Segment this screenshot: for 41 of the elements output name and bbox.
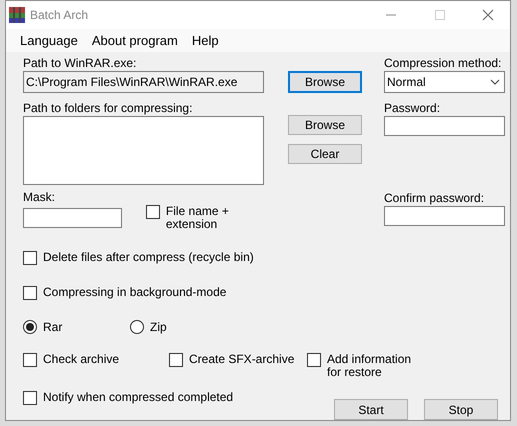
push-button[interactable]: Browse bbox=[288, 115, 362, 135]
window-title: Batch Arch bbox=[30, 7, 88, 24]
radio-button[interactable] bbox=[130, 320, 144, 334]
push-button[interactable]: Browse bbox=[288, 71, 362, 93]
checkbox[interactable] bbox=[23, 286, 37, 300]
checkbox-label: Check archive bbox=[43, 353, 120, 366]
field-label: Compression method: bbox=[384, 56, 502, 70]
push-button[interactable]: Stop bbox=[424, 399, 498, 420]
menu-item[interactable]: Language bbox=[13, 30, 85, 50]
checkbox-label: Delete files after compress (recycle bin) bbox=[43, 251, 254, 264]
push-button[interactable]: Start bbox=[334, 399, 408, 420]
checkbox-label: Create SFX-archive bbox=[189, 353, 294, 366]
app-icon bbox=[9, 7, 25, 24]
password-field[interactable] bbox=[384, 206, 505, 226]
checkbox[interactable] bbox=[23, 353, 37, 367]
field-label: Mask: bbox=[23, 191, 56, 204]
field-label: Path to folders for compressing: bbox=[23, 102, 194, 115]
folders-list[interactable] bbox=[23, 116, 264, 185]
menu-item[interactable]: About program bbox=[84, 30, 185, 50]
push-button[interactable]: Clear bbox=[288, 144, 362, 164]
checkbox-label: Compressing in background-mode bbox=[43, 286, 226, 299]
menu-item[interactable]: Help bbox=[184, 30, 226, 50]
checkbox[interactable] bbox=[169, 353, 183, 367]
mask-field[interactable] bbox=[23, 208, 122, 228]
checkbox-label: File name + extension bbox=[166, 205, 230, 231]
field-label: Password: bbox=[384, 102, 442, 115]
checkbox[interactable] bbox=[146, 205, 160, 219]
checkbox-label: Notify when compressed completed bbox=[43, 391, 234, 404]
checkbox[interactable] bbox=[307, 353, 321, 367]
field-label: Confirm password: bbox=[384, 192, 486, 205]
radio-label: Rar bbox=[43, 320, 62, 334]
field-label: Path to WinRAR.exe: bbox=[23, 56, 138, 70]
checkbox[interactable] bbox=[23, 391, 37, 405]
method-dropdown[interactable]: Normal bbox=[384, 71, 505, 93]
radio-label: Zip bbox=[150, 320, 167, 334]
chevron-down-icon bbox=[490, 79, 500, 85]
checkbox[interactable] bbox=[23, 251, 37, 265]
radio-button[interactable] bbox=[23, 320, 37, 334]
password-field[interactable] bbox=[384, 116, 505, 136]
checkbox-label: Add information for restore bbox=[327, 353, 412, 379]
close-icon[interactable] bbox=[482, 9, 494, 22]
